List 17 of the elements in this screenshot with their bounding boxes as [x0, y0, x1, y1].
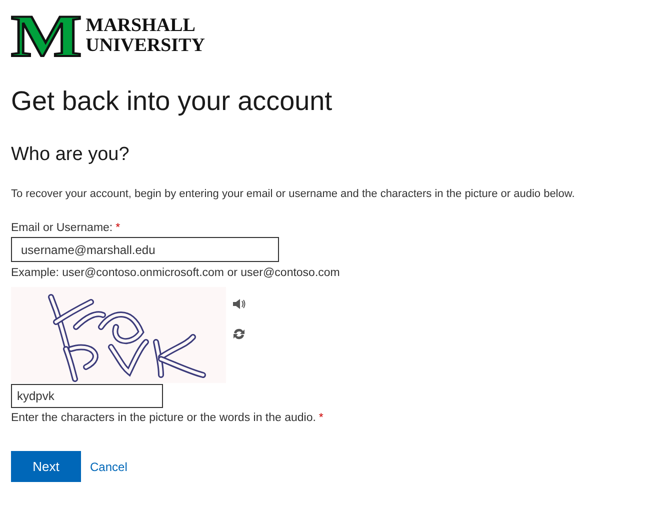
email-field[interactable]: username@marshall.edu: [11, 237, 279, 262]
instruction-text: To recover your account, begin by entering your email or username and the characters in the picture or audio below.: [11, 188, 575, 200]
speaker-icon[interactable]: [232, 297, 246, 311]
logo-text: MARSHALL: [86, 16, 196, 36]
field-label: Email or Username:: [11, 222, 113, 234]
logo-text: UNIVERSITY: [86, 36, 205, 56]
captcha-field[interactable]: kydpvk: [11, 384, 163, 408]
example-text: Example: user@contoso.onmicrosoft.com or user@contoso.com: [11, 267, 340, 279]
refresh-icon[interactable]: [232, 327, 246, 341]
page-title: Get back into your account: [11, 86, 332, 117]
logo-mark: M: [11, 10, 80, 62]
next-button[interactable]: Next: [11, 451, 81, 482]
section-heading: Who are you?: [11, 144, 130, 166]
captcha-hint: Enter the characters in the picture or the words in the audio.: [11, 412, 316, 424]
cancel-link[interactable]: Cancel: [90, 460, 128, 474]
required-mark: *: [318, 412, 324, 424]
required-mark: *: [116, 222, 120, 234]
